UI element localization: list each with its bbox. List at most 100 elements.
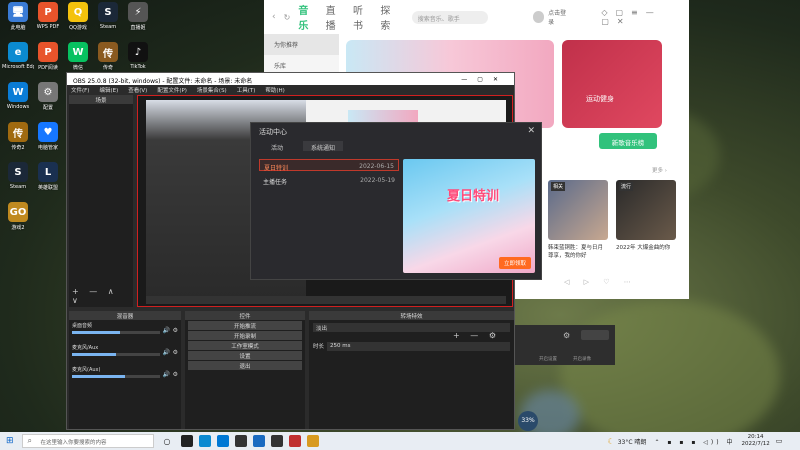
obs-menubar: 文件(F) 编辑(E) 查看(V) 配置文件(P) 场景集合(S) 工具(T) … bbox=[67, 85, 514, 95]
speaker-icon[interactable]: 🔊 bbox=[163, 371, 170, 378]
promo-image[interactable]: 夏日特训 立即领取 bbox=[403, 159, 535, 273]
volume-slider[interactable] bbox=[72, 331, 160, 334]
avatar[interactable] bbox=[532, 11, 545, 23]
duration-input[interactable]: 250 ms bbox=[327, 342, 510, 351]
login-link[interactable]: 点击登录 bbox=[548, 8, 571, 26]
menu-file[interactable]: 文件(F) bbox=[71, 86, 89, 94]
desktop-icon[interactable]: P PDF阅读 bbox=[32, 42, 64, 71]
taskbar-obs-icon[interactable] bbox=[270, 435, 283, 447]
desktop-icon[interactable]: S Steam bbox=[92, 2, 124, 30]
speaker-icon[interactable]: 🔊 bbox=[163, 349, 170, 356]
tab-activity[interactable]: 活动 bbox=[263, 141, 291, 152]
desktop-icon-label: 英雄联盟 bbox=[37, 185, 58, 191]
desktop-icon[interactable]: W 微信 bbox=[62, 42, 94, 71]
nav-live[interactable]: 直播 bbox=[326, 2, 345, 32]
app-icon: 传 bbox=[98, 42, 118, 62]
taskbar-edge-icon[interactable] bbox=[198, 435, 211, 447]
nav-audiobook[interactable]: 听书 bbox=[353, 2, 372, 32]
menu-profile[interactable]: 配置文件(P) bbox=[157, 86, 187, 94]
transition-add-remove[interactable]: + — ⚙ bbox=[453, 331, 500, 340]
desktop-icon[interactable]: P WPS PDF bbox=[32, 2, 64, 30]
music-card-2[interactable]: 流行 bbox=[616, 180, 676, 240]
desktop-icon[interactable]: ♪ TikTok bbox=[122, 42, 154, 70]
nav-music[interactable]: 音乐 bbox=[298, 2, 317, 32]
desktop-icon[interactable]: S Steam bbox=[2, 162, 34, 190]
controls-dock: 控件 开始推流 开始录制 工作室模式 设置 退出 bbox=[185, 311, 305, 429]
desktop-icon[interactable]: ♥ 电脑管家 bbox=[32, 122, 64, 151]
desktop-icon[interactable]: 传传奇 bbox=[92, 42, 124, 71]
volume-slider[interactable] bbox=[72, 353, 160, 356]
menu-help[interactable]: 帮助(H) bbox=[265, 86, 284, 94]
menu-scene-collection[interactable]: 场景集合(S) bbox=[197, 86, 227, 94]
gear-icon[interactable]: ⚙ bbox=[173, 327, 178, 334]
taskbar-app-7[interactable] bbox=[288, 435, 301, 447]
app-icon: 🖥 bbox=[8, 2, 28, 22]
volume-level bbox=[72, 375, 125, 378]
mixer-header: 混音器 bbox=[69, 311, 181, 320]
activity-row-1[interactable]: 夏日特训 2022-06-15 bbox=[259, 159, 399, 172]
tab-system-notice[interactable]: 系统通知 bbox=[303, 141, 344, 152]
controls-header: 控件 bbox=[185, 311, 305, 320]
obs-window-controls[interactable]: —▢✕ bbox=[461, 76, 508, 83]
clock[interactable]: 20:14 2022/7/12 bbox=[742, 434, 770, 448]
panel-label-1: 开启设置 bbox=[539, 357, 557, 362]
volume-slider[interactable] bbox=[72, 375, 160, 378]
app-icon: S bbox=[8, 162, 28, 182]
panel-button[interactable] bbox=[581, 330, 609, 340]
desktop-icon[interactable]: 🖥 此电脑 bbox=[2, 2, 34, 31]
taskbar-app-3[interactable] bbox=[216, 435, 229, 447]
desktop-icon[interactable]: e Microsoft Edge bbox=[2, 42, 34, 70]
music-banner-fitness[interactable]: 运动健身 bbox=[562, 40, 662, 128]
music-action-button[interactable]: 新歌音乐榜 bbox=[599, 133, 657, 149]
windows-start-icon[interactable]: ⊞ bbox=[6, 436, 14, 446]
desktop-icon[interactable]: 传传奇2 bbox=[2, 122, 34, 151]
gear-icon[interactable]: ⚙ bbox=[173, 349, 178, 356]
promo-claim-button[interactable]: 立即领取 bbox=[498, 257, 531, 269]
start-streaming-button[interactable]: 开始推流 bbox=[188, 321, 302, 330]
task-view-icon[interactable]: ○ bbox=[164, 437, 171, 446]
banner-tag: 运动健身 bbox=[586, 95, 614, 103]
cpu-widget[interactable]: 33% bbox=[518, 411, 538, 431]
gear-icon[interactable]: ⚙ bbox=[563, 331, 570, 340]
activity-row-2[interactable]: 主播任务 2022-05-19 bbox=[259, 174, 399, 186]
exit-button[interactable]: 退出 bbox=[188, 361, 302, 370]
window-controls[interactable]: ◇▢≡—▢✕ bbox=[601, 8, 689, 26]
sidebar-item-recommend[interactable]: 为你推荐 bbox=[264, 34, 339, 55]
tray-icons[interactable]: ⌃ ▪ ▪ ▪ ◁)) 中 bbox=[654, 437, 735, 446]
taskbar-app-4[interactable] bbox=[234, 435, 247, 447]
desktop-icon[interactable]: W Windows bbox=[2, 82, 34, 110]
taskbar-app-1[interactable] bbox=[180, 435, 193, 447]
music-card-1[interactable]: 相关 bbox=[548, 180, 608, 240]
scenes-toolbar[interactable]: + — ∧ ∨ bbox=[72, 287, 133, 305]
obs-titlebar: OBS 25.0.8 (32-bit, windows) - 配置文件: 未命名… bbox=[67, 73, 514, 85]
taskbar-search-input[interactable]: ⌕ 在这里输入你要搜索的内容 bbox=[21, 434, 154, 448]
more-link[interactable]: 更多 › bbox=[652, 166, 667, 174]
menu-edit[interactable]: 编辑(E) bbox=[99, 86, 118, 94]
menu-tools[interactable]: 工具(T) bbox=[237, 86, 256, 94]
close-icon[interactable]: ✕ bbox=[527, 126, 535, 136]
taskbar-app-5[interactable] bbox=[252, 435, 265, 447]
notification-icon[interactable]: ▭ bbox=[776, 437, 783, 445]
desktop-icon[interactable]: ⚙ 配置 bbox=[32, 82, 64, 111]
refresh-icon[interactable]: ↻ bbox=[284, 13, 291, 22]
desktop-icon[interactable]: L 英雄联盟 bbox=[32, 162, 64, 191]
menu-view[interactable]: 查看(V) bbox=[128, 86, 147, 94]
app-icon: W bbox=[68, 42, 88, 62]
activity-dialog: 活动中心 ✕ 活动 系统通知 夏日特训 2022-06-15 主播任务 2022… bbox=[250, 122, 542, 280]
start-recording-button[interactable]: 开始录制 bbox=[188, 331, 302, 340]
back-icon[interactable]: ‹ bbox=[272, 12, 276, 22]
taskbar-app-8[interactable] bbox=[306, 435, 319, 447]
desktop-icon[interactable]: GO 游戏2 bbox=[2, 202, 34, 231]
studio-mode-button[interactable]: 工作室模式 bbox=[188, 341, 302, 350]
player-bar: ◁ ▷ ♡ ⋯ bbox=[564, 278, 637, 286]
desktop-icon[interactable]: ⚡ 直播姬 bbox=[122, 2, 154, 31]
speaker-icon[interactable]: 🔊 bbox=[163, 327, 170, 334]
desktop-icon[interactable]: Q QQ游戏 bbox=[62, 2, 94, 31]
app-icon: GO bbox=[8, 202, 28, 222]
music-search-input[interactable]: 搜索音乐、歌手 bbox=[411, 10, 488, 24]
settings-button[interactable]: 设置 bbox=[188, 351, 302, 360]
gear-icon[interactable]: ⚙ bbox=[173, 371, 178, 378]
panel-label-2: 开启录像 bbox=[573, 357, 591, 362]
app-icon: ⚙ bbox=[38, 82, 58, 102]
nav-explore[interactable]: 探索 bbox=[380, 2, 399, 32]
